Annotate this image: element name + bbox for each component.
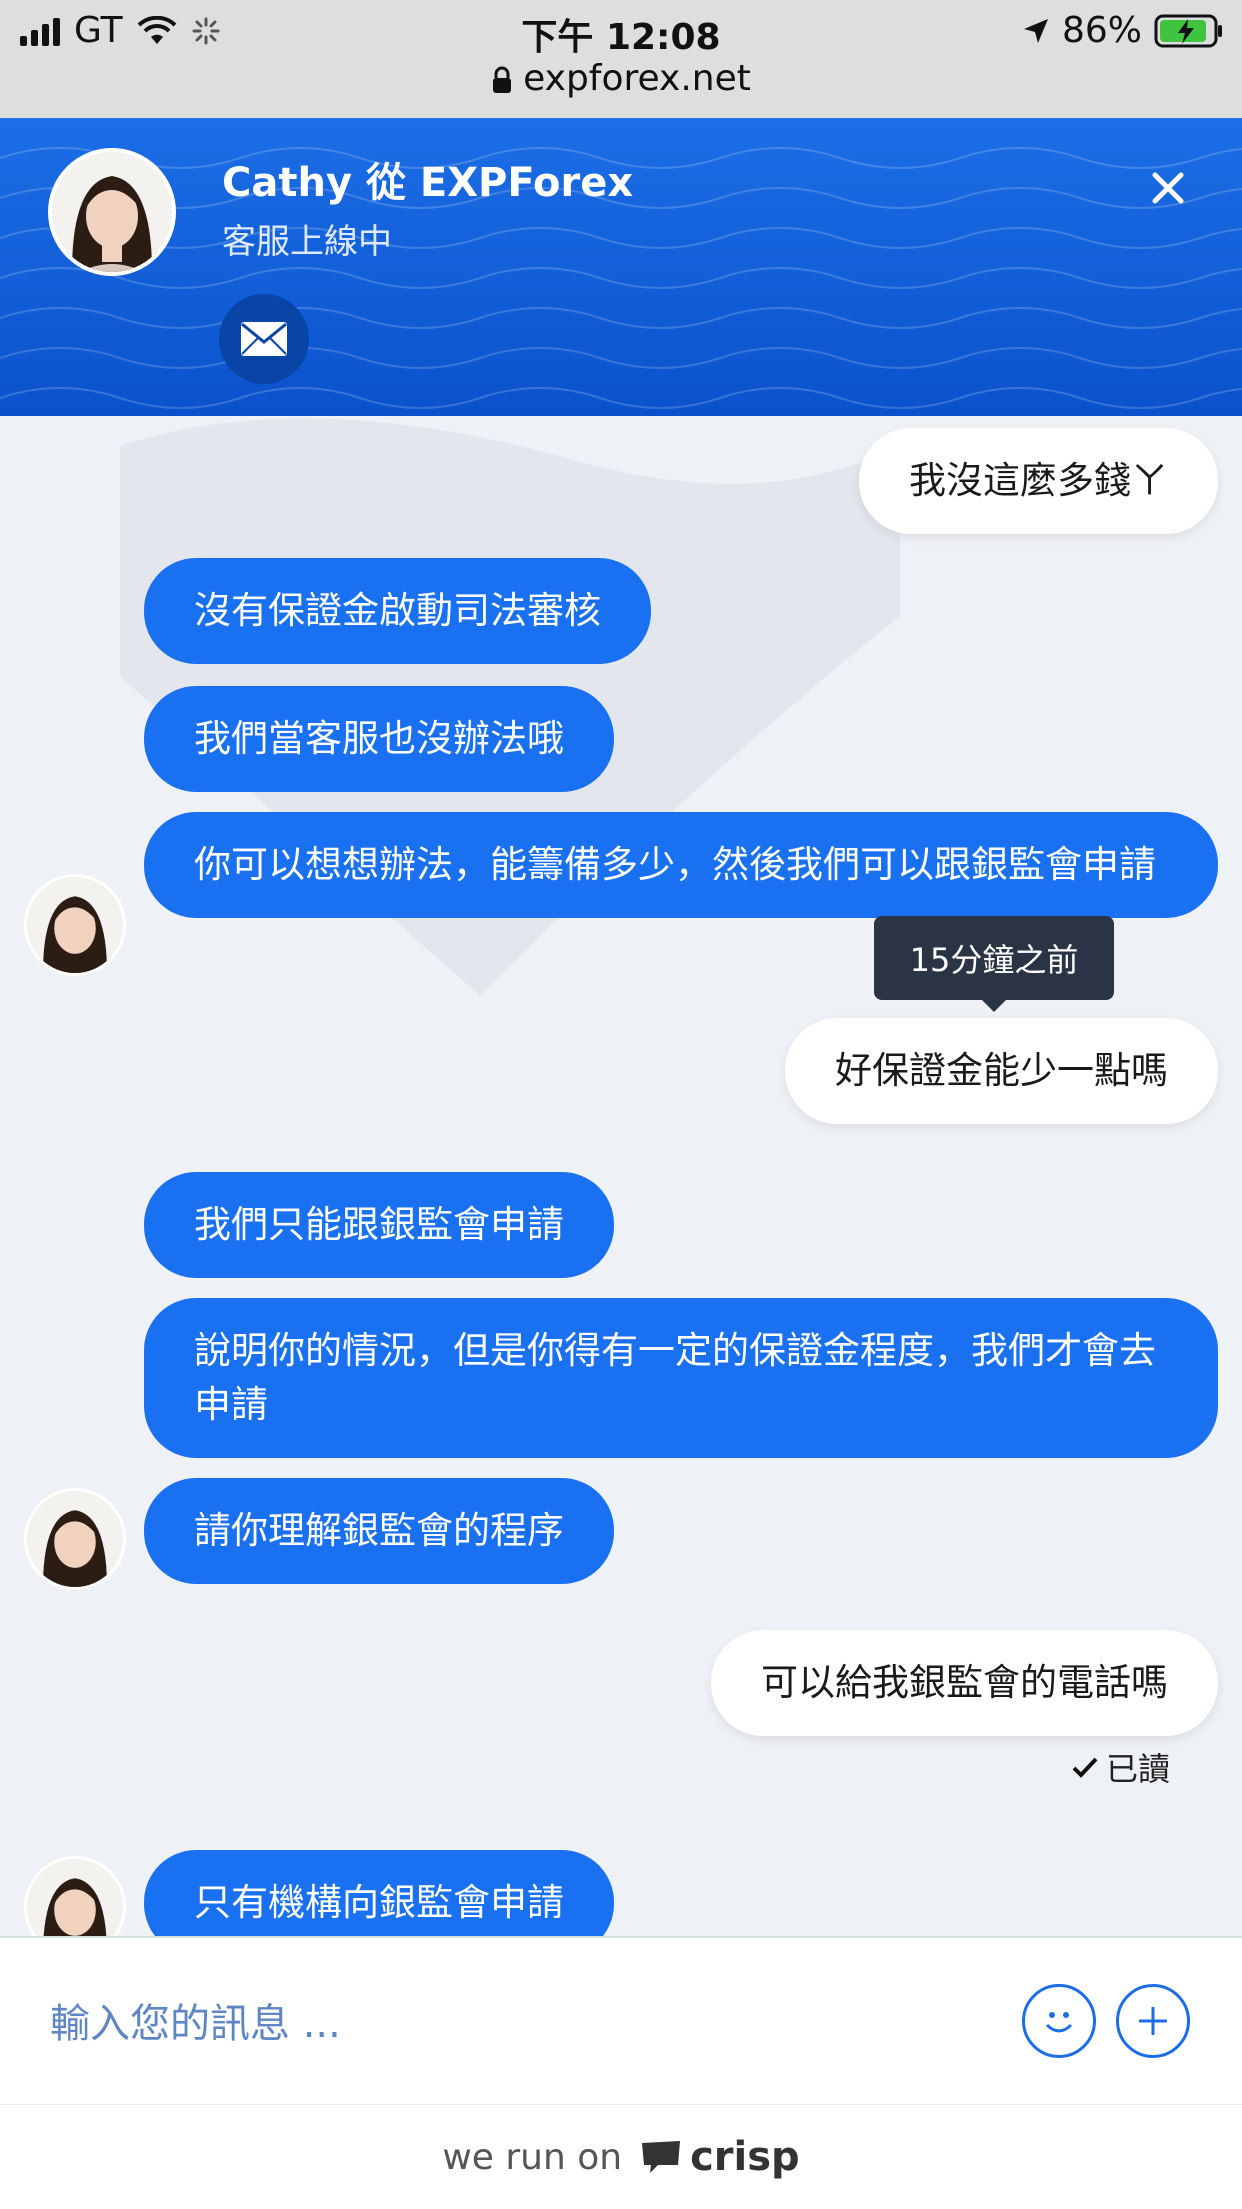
battery-percent: 86%: [1061, 10, 1142, 51]
checkmark-icon: [1072, 1757, 1098, 1778]
attach-button[interactable]: [1116, 1984, 1190, 2058]
message-user: 我沒這麼多錢ㄚ: [859, 428, 1218, 534]
url-text: expforex.net: [523, 58, 751, 99]
message-user: 可以給我銀監會的電話嗎: [711, 1630, 1218, 1736]
message-operator: 沒有保證金啟動司法審核: [144, 558, 651, 664]
address-bar[interactable]: expforex.net: [0, 58, 1242, 99]
message-operator: 你可以想想辦法，能籌備多少，然後我們可以跟銀監會申請: [144, 812, 1218, 918]
email-button[interactable]: [219, 294, 309, 384]
powered-by-footer[interactable]: we run on crisp: [0, 2104, 1242, 2209]
operator-status: 客服上線中: [222, 222, 392, 262]
location-icon: [1023, 18, 1048, 43]
chat-header: Cathy 從 EXPForex 客服上線中: [0, 118, 1242, 416]
message-operator: 只有機構向銀監會申請: [144, 1850, 614, 1936]
message-operator: 請你理解銀監會的程序: [144, 1478, 614, 1584]
close-icon: [1152, 172, 1184, 204]
crisp-logo: crisp: [640, 2134, 800, 2180]
operator-avatar-small: [24, 1488, 126, 1590]
message-composer: [0, 1936, 1242, 2106]
chat-bubble-icon: [642, 2141, 681, 2173]
operator-avatar: [48, 148, 176, 276]
envelope-icon: [241, 322, 287, 356]
close-button[interactable]: [1138, 158, 1198, 218]
read-receipt: 已讀: [1072, 1744, 1170, 1790]
message-user: 好保證金能少一點嗎: [785, 1018, 1218, 1124]
footer-text: we run on: [442, 2136, 623, 2178]
operator-name: Cathy 從 EXPForex: [222, 160, 634, 206]
operator-avatar-small: [24, 874, 126, 976]
status-bar: GT 下午 12:08 expforex.net 86%: [0, 0, 1242, 118]
emoji-button[interactable]: [1022, 1984, 1096, 2058]
smile-icon: [1045, 2012, 1073, 2033]
message-list[interactable]: 我沒這麼多錢ㄚ 沒有保證金啟動司法審核 我們當客服也沒辦法哦 你可以想想辦法，能…: [0, 416, 1242, 1936]
message-operator: 我們當客服也沒辦法哦: [144, 686, 614, 792]
message-operator: 我們只能跟銀監會申請: [144, 1172, 614, 1278]
message-input[interactable]: [48, 1988, 952, 2060]
timestamp-tooltip: 15分鐘之前: [874, 916, 1114, 1012]
status-right: 86%: [1022, 10, 1224, 51]
plus-icon: [1139, 2007, 1167, 2035]
battery-icon: [1154, 14, 1222, 47]
lock-icon: [493, 66, 512, 93]
message-operator: 說明你的情況，但是你得有一定的保證金程度，我們才會去申請: [144, 1298, 1218, 1458]
